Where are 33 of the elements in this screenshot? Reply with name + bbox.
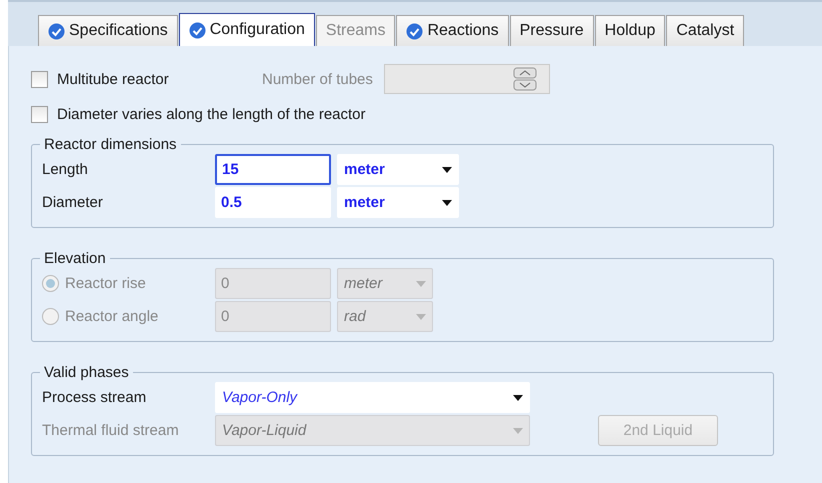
- tab[interactable]: Configuration: [178, 13, 315, 46]
- checkbox-label: Multitube reactor: [57, 70, 170, 88]
- unit-dropdown[interactable]: meter: [337, 187, 459, 218]
- group-title: Valid phases: [43, 364, 130, 381]
- tab[interactable]: Specifications: [38, 15, 178, 46]
- field-label: Process stream: [42, 389, 148, 406]
- checkbox-label: Diameter varies along the length of the reactor: [57, 106, 366, 122]
- field-label: Number of tubes: [262, 70, 373, 88]
- tab[interactable]: Pressure: [510, 15, 594, 46]
- caret-icon: [416, 314, 426, 320]
- tab[interactable]: Reactions: [396, 15, 509, 46]
- caret-icon: [513, 394, 523, 400]
- field-label: Length: [42, 161, 89, 178]
- group-title: Elevation: [43, 250, 107, 267]
- number-field[interactable]: [384, 64, 550, 94]
- checkbox[interactable]: [31, 106, 48, 122]
- caret-icon: [513, 428, 523, 434]
- field-label: Diameter: [42, 194, 104, 211]
- radio-label: Reactor angle: [65, 308, 160, 325]
- tab[interactable]: Holdup: [594, 15, 666, 46]
- radio-label: Reactor rise: [65, 275, 147, 292]
- input-field[interactable]: 15: [215, 154, 331, 185]
- spinner-icon[interactable]: [512, 67, 537, 91]
- caret-icon: [442, 166, 452, 172]
- input-field[interactable]: 0.5: [215, 187, 331, 218]
- caret-icon: [442, 200, 452, 206]
- group-title: Reactor dimensions: [43, 136, 178, 153]
- checkbox[interactable]: [31, 70, 48, 88]
- unit-dropdown[interactable]: meter: [337, 154, 459, 185]
- caret-icon: [416, 280, 426, 286]
- tab[interactable]: Catalyst: [666, 15, 744, 46]
- phase-dropdown[interactable]: Vapor-Only: [215, 382, 530, 413]
- field-label: Thermal fluid stream: [42, 422, 180, 439]
